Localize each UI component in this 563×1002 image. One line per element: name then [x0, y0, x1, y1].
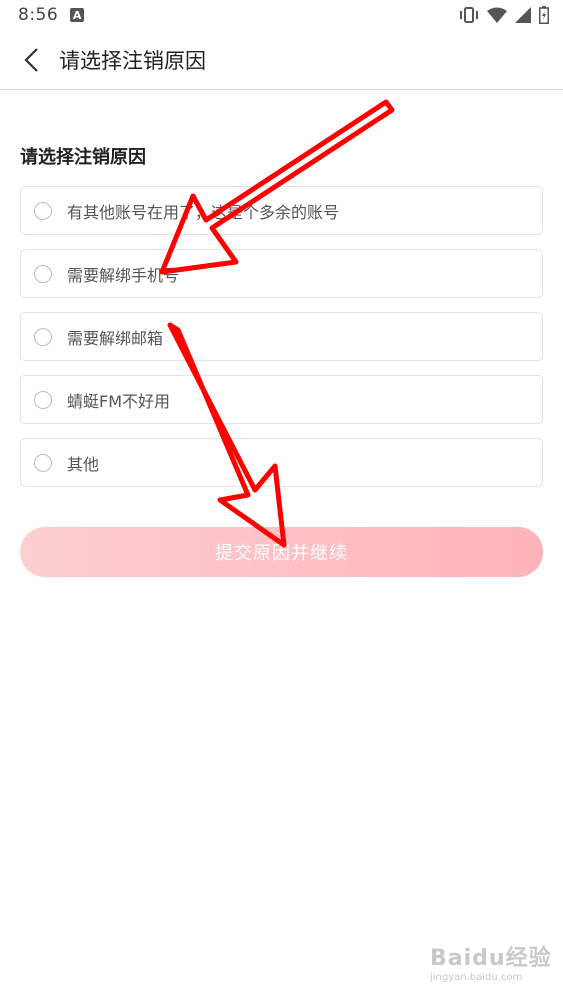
page-title: 请选择注销原因: [59, 49, 206, 73]
reason-option-app-bad[interactable]: 蜻蜓FM不好用: [20, 375, 543, 424]
reason-option-other[interactable]: 其他: [20, 438, 543, 487]
a-icon: A: [70, 8, 85, 22]
submit-button[interactable]: 提交原因并继续: [20, 527, 543, 577]
radio-button[interactable]: [34, 327, 52, 346]
radio-button[interactable]: [34, 453, 52, 472]
watermark-url: jingyan.baidu.com: [430, 972, 523, 983]
baidu-watermark: Baidu经验 jingyan.baidu.com: [430, 940, 560, 995]
status-time: 8:56: [18, 5, 59, 25]
section-title: 请选择注销原因: [20, 147, 146, 168]
reason-option-unbind-phone[interactable]: 需要解绑手机号: [20, 249, 543, 298]
watermark-logo: Baidu经验: [430, 946, 552, 971]
signal-icon: [515, 7, 531, 23]
battery-icon: [539, 6, 549, 24]
option-label: 需要解绑邮箱: [67, 328, 164, 348]
reason-option-extra-account[interactable]: 有其他账号在用了，这是个多余的账号: [20, 186, 543, 235]
reason-options: 有其他账号在用了，这是个多余的账号 需要解绑手机号 需要解绑邮箱 蜻蜓FM不好用…: [20, 186, 543, 501]
wifi-icon: [487, 7, 507, 23]
status-left: 8:56 A: [18, 5, 85, 25]
submit-label: 提交原因并继续: [215, 543, 348, 564]
back-arrow-icon[interactable]: [22, 47, 42, 73]
option-label: 其他: [67, 454, 100, 474]
radio-button[interactable]: [34, 390, 52, 409]
option-label: 蜻蜓FM不好用: [67, 391, 171, 411]
option-label: 需要解绑手机号: [67, 265, 180, 285]
status-bar: 8:56 A: [0, 0, 563, 30]
status-right: [459, 6, 549, 24]
nav-bar: 请选择注销原因: [0, 30, 563, 90]
vibrate-icon: [460, 7, 478, 23]
option-label: 有其他账号在用了，这是个多余的账号: [67, 202, 340, 222]
reason-option-unbind-email[interactable]: 需要解绑邮箱: [20, 312, 543, 361]
radio-button[interactable]: [34, 201, 52, 220]
radio-button[interactable]: [34, 264, 52, 283]
